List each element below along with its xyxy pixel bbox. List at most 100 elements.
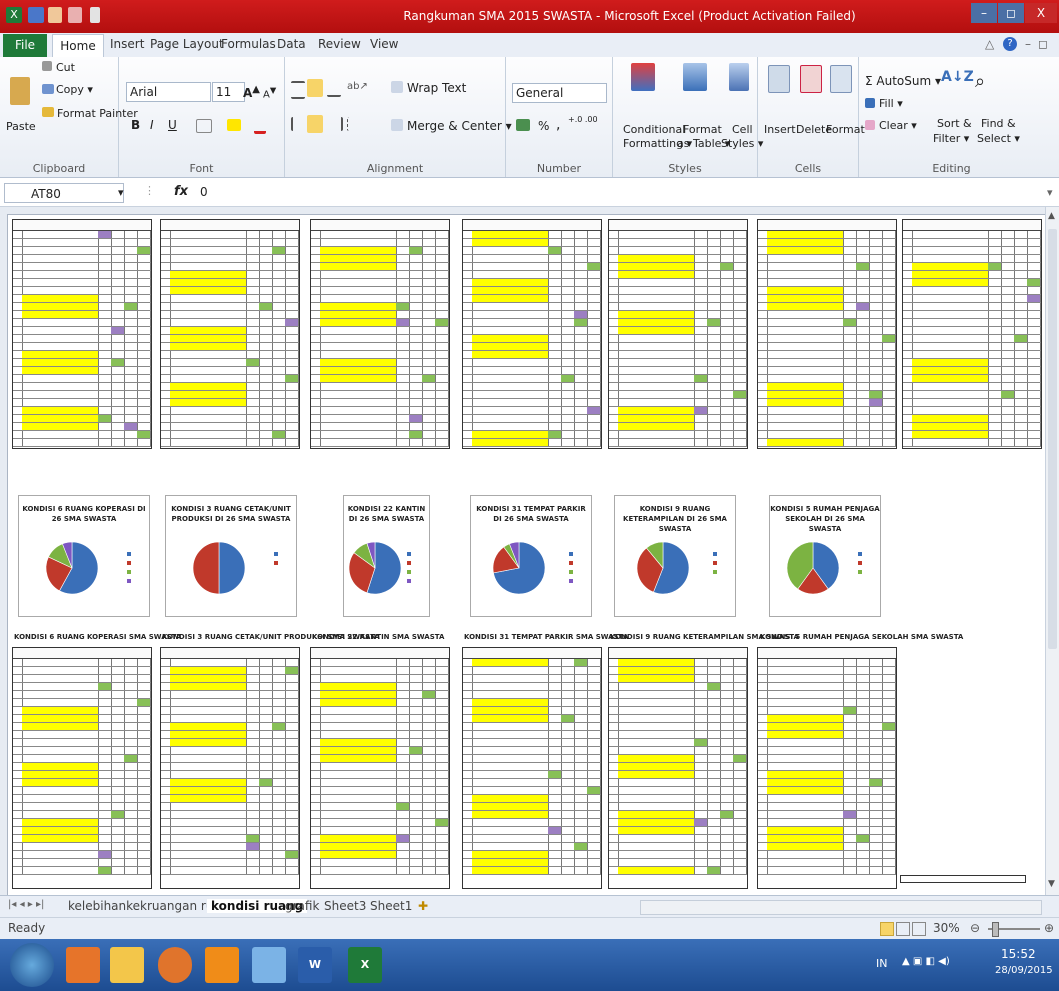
tab-review[interactable]: Review — [318, 37, 361, 51]
tab-home[interactable]: Home — [52, 34, 104, 58]
formula-input[interactable]: 0 — [200, 185, 208, 199]
merge-center-button[interactable]: Merge & Center ▾ — [407, 119, 512, 133]
tray-icons[interactable]: ▲ ▣ ◧ ◀) — [902, 956, 950, 967]
insert-sheet-icon[interactable]: ✚ — [418, 899, 428, 913]
find-select-button[interactable]: Find & — [981, 117, 1016, 130]
sheet-tab-grafik[interactable]: grafik — [285, 899, 319, 913]
sort-filter-button-line2[interactable]: Filter ▾ — [933, 132, 969, 145]
tab-view[interactable]: View — [370, 37, 398, 51]
zoom-level[interactable]: 30% — [933, 921, 960, 935]
zoom-slider-thumb[interactable] — [992, 922, 999, 937]
close-button[interactable]: X — [1025, 3, 1057, 23]
start-button[interactable] — [10, 943, 54, 987]
horizontal-scrollbar[interactable] — [640, 900, 1042, 915]
taskbar-outlook-icon[interactable] — [66, 947, 100, 983]
zoom-out-icon[interactable]: ⊖ — [970, 921, 980, 935]
bold-button[interactable]: B — [131, 118, 140, 132]
page-break-view-icon[interactable] — [912, 922, 926, 936]
zoom-in-icon[interactable]: ⊕ — [1044, 921, 1054, 935]
name-box-dropdown-icon[interactable]: ▾ — [118, 186, 124, 199]
cell-styles-button[interactable]: Cell — [732, 123, 753, 136]
table-row — [903, 375, 1041, 383]
orientation-icon[interactable]: ab↗ — [347, 81, 368, 95]
pie-chart[interactable]: KONDISI 9 RUANG KETERAMPILAN DI 26 SMA S… — [614, 495, 736, 617]
expand-formula-bar-icon[interactable]: ▾ — [1047, 186, 1053, 199]
help-icon[interactable]: ? — [1003, 37, 1017, 51]
taskbar-excel-icon[interactable]: X — [348, 947, 382, 983]
wrap-text-button[interactable]: Wrap Text — [407, 81, 466, 95]
tab-file[interactable]: File — [3, 34, 47, 57]
paste-button[interactable]: Paste — [6, 120, 36, 133]
worksheet-grid[interactable]: KONDISI 6 RUANG KOPERASI SMA SWASTA KONDI… — [0, 207, 1045, 895]
top-align-icon[interactable] — [291, 81, 305, 99]
font-color-icon[interactable] — [254, 119, 266, 134]
pie-chart[interactable]: KONDISI 5 RUMAH PENJAGA SEKOLAH DI 26 SM… — [769, 495, 881, 617]
indent-icon[interactable] — [347, 117, 370, 131]
align-center-icon[interactable] — [307, 115, 323, 133]
tab-data[interactable]: Data — [277, 37, 306, 51]
format-as-table-button[interactable]: Format — [683, 123, 722, 136]
workbook-restore-icon[interactable]: ◻ — [1038, 37, 1048, 51]
vertical-scroll-thumb[interactable] — [1048, 229, 1057, 649]
pie-chart[interactable]: KONDISI 31 TEMPAT PARKIR DI 26 SMA SWAST… — [470, 495, 592, 617]
clear-button[interactable]: Clear ▾ — [879, 119, 917, 132]
pie-chart[interactable]: KONDISI 3 RUANG CETAK/UNIT PRODUKSI DI 2… — [165, 495, 297, 617]
fill-color-icon[interactable] — [227, 119, 241, 131]
cut-button[interactable]: Cut — [56, 61, 75, 74]
pie-chart[interactable]: KONDISI 6 RUANG KOPERASI DI 26 SMA SWAST… — [18, 495, 150, 617]
number-format-select[interactable]: General — [512, 83, 607, 103]
taskbar-vlc-icon[interactable] — [205, 947, 239, 983]
font-name-select[interactable]: Arial — [126, 82, 211, 102]
italic-button[interactable]: I — [150, 118, 154, 132]
tab-formulas[interactable]: Formulas — [221, 37, 276, 51]
table-row — [609, 279, 747, 287]
workbook-minimize-icon[interactable]: – — [1025, 37, 1031, 51]
scroll-down-icon[interactable]: ▼ — [1048, 879, 1055, 889]
underline-button[interactable]: U — [168, 118, 177, 132]
taskbar-firefox-icon[interactable] — [158, 947, 192, 983]
scroll-up-icon[interactable]: ▲ — [1048, 211, 1055, 221]
copy-button[interactable]: Copy ▾ — [56, 83, 93, 96]
conditional-formatting-button[interactable]: Conditional — [623, 123, 685, 136]
comma-button[interactable]: , — [556, 117, 560, 133]
grow-font-button[interactable]: A▲ — [243, 84, 260, 100]
insert-cells-button[interactable]: Insert — [764, 123, 796, 136]
table-row — [463, 843, 601, 851]
tab-insert[interactable]: Insert — [110, 37, 144, 51]
sheet-tab-sheet3[interactable]: Sheet3 — [324, 899, 366, 913]
minimize-button[interactable]: – — [971, 3, 997, 23]
percent-button[interactable]: % — [538, 119, 549, 133]
autosum-button[interactable]: Σ AutoSum ▾ — [865, 74, 941, 88]
table-row — [311, 431, 449, 439]
insert-function-button[interactable]: fx — [174, 184, 188, 199]
fill-button[interactable]: Fill ▾ — [879, 97, 903, 110]
sheet-nav-arrows-icon[interactable]: |◂ ◂ ▸ ▸| — [8, 899, 44, 910]
minimize-ribbon-icon[interactable]: △ — [985, 37, 994, 51]
accounting-format-icon[interactable] — [516, 119, 530, 131]
table-row — [161, 835, 299, 843]
tab-page-layout[interactable]: Page Layout — [150, 37, 224, 51]
shrink-font-button[interactable]: A▼ — [263, 85, 276, 100]
increase-decimal-button[interactable]: +.0 .00 — [568, 115, 598, 124]
name-box[interactable]: AT80 — [4, 183, 124, 203]
bottom-align-icon[interactable] — [327, 81, 341, 97]
table-row — [609, 843, 747, 851]
align-right-icon[interactable] — [327, 117, 343, 131]
sheet-tab-sheet1[interactable]: Sheet1 — [370, 899, 412, 913]
normal-view-icon[interactable] — [880, 922, 894, 936]
font-size-select[interactable]: 11 — [212, 82, 245, 102]
page-layout-view-icon[interactable] — [896, 922, 910, 936]
borders-icon[interactable] — [196, 119, 212, 133]
middle-align-icon[interactable] — [307, 79, 323, 97]
pie-chart[interactable]: KONDISI 22 KANTIN DI 26 SMA SWASTA — [343, 495, 430, 617]
taskbar-explorer-icon[interactable] — [110, 947, 144, 983]
restore-button[interactable]: ◻ — [998, 3, 1024, 23]
table-row — [161, 707, 299, 715]
find-select-button-line2[interactable]: Select ▾ — [977, 132, 1020, 145]
align-left-icon[interactable] — [291, 117, 307, 131]
taskbar-paint-icon[interactable] — [252, 947, 286, 983]
taskbar-word-icon[interactable]: W — [298, 947, 332, 983]
sort-filter-button[interactable]: Sort & — [937, 117, 972, 130]
vertical-scrollbar[interactable]: ▲ ▼ — [1045, 207, 1059, 895]
taskbar-language[interactable]: IN — [876, 957, 887, 970]
